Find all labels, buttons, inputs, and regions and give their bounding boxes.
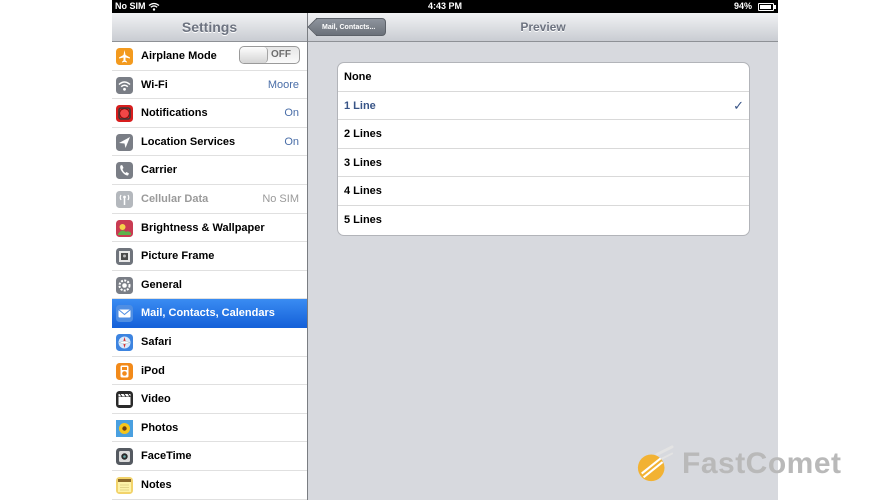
toggle-knob (240, 47, 268, 63)
sidebar-title: Settings (112, 13, 307, 42)
sidebar-item-brightness-wallpaper[interactable]: Brightness & Wallpaper (112, 214, 307, 243)
airplane-mode-toggle[interactable]: OFF (239, 46, 300, 64)
battery-fill (760, 5, 772, 9)
detail-pane: Preview Mail, Contacts... None 1 Line ✓ 2 L… (308, 13, 778, 500)
toggle-label: OFF (271, 49, 291, 60)
sidebar-item-location-services[interactable]: Location Services On (112, 128, 307, 157)
gear-icon (116, 276, 133, 294)
preview-option-1-line[interactable]: 1 Line ✓ (338, 92, 749, 121)
sidebar-item-safari[interactable]: Safari (112, 328, 307, 357)
wifi-icon (116, 76, 133, 94)
mail-icon (116, 305, 133, 323)
sidebar-list: Airplane Mode OFF Wi-Fi Moore Notifications O… (112, 42, 307, 500)
fastcomet-logo-icon (637, 445, 674, 482)
option-label: 4 Lines (344, 185, 382, 198)
sidebar-item-label: Photos (141, 421, 179, 434)
sidebar-item-video[interactable]: Video (112, 385, 307, 414)
preview-option-none[interactable]: None (338, 63, 749, 92)
sidebar-item-label: Video (141, 393, 171, 406)
sidebar-item-value: On (284, 107, 299, 120)
preview-option-2-lines[interactable]: 2 Lines (338, 120, 749, 149)
sidebar-item-label: Picture Frame (141, 250, 215, 263)
back-button[interactable]: Mail, Contacts... (316, 18, 386, 36)
sidebar-item-label: Notes (141, 478, 172, 491)
sidebar-item-picture-frame[interactable]: Picture Frame (112, 242, 307, 271)
preview-options-group: None 1 Line ✓ 2 Lines 3 Lines 4 Lines 5 Lines (337, 62, 750, 236)
notes-icon (116, 476, 133, 494)
sidebar-item-value: No SIM (262, 192, 299, 205)
sidebar-item-label: Brightness & Wallpaper (141, 221, 265, 234)
sidebar-item-carrier[interactable]: Carrier (112, 156, 307, 185)
preview-option-3-lines[interactable]: 3 Lines (338, 149, 749, 178)
sidebar-item-label: iPod (141, 364, 165, 377)
option-label: 5 Lines (344, 213, 382, 226)
sidebar-item-facetime[interactable]: FaceTime (112, 442, 307, 471)
status-bar: No SIM 4:43 PM 94% (112, 0, 778, 13)
back-button-label: Mail, Contacts... (322, 24, 376, 31)
sidebar-item-ipod[interactable]: iPod (112, 357, 307, 386)
airplane-icon (116, 48, 133, 65)
sidebar-item-label: Location Services (141, 135, 236, 148)
option-label: 3 Lines (344, 156, 382, 169)
location-icon (116, 133, 133, 151)
video-icon (116, 391, 133, 409)
option-label: 2 Lines (344, 128, 382, 141)
sidebar-item-mail-contacts-calendars[interactable]: Mail, Contacts, Calendars (112, 299, 307, 328)
ipod-icon (116, 362, 133, 380)
preview-option-4-lines[interactable]: 4 Lines (338, 177, 749, 206)
battery-percent: 94% (733, 1, 752, 11)
battery-icon (758, 3, 776, 11)
status-time: 4:43 PM (427, 1, 462, 11)
sidebar-item-notes[interactable]: Notes (112, 471, 307, 500)
fastcomet-watermark: FastComet (636, 444, 842, 484)
photos-icon (116, 419, 133, 437)
facetime-icon (116, 448, 133, 466)
detail-nav-bar: Preview Mail, Contacts... (308, 13, 778, 42)
preview-option-5-lines[interactable]: 5 Lines (338, 206, 749, 235)
picture-frame-icon (116, 248, 133, 266)
sidebar-item-airplane-mode[interactable]: Airplane Mode OFF (112, 42, 307, 71)
sidebar-item-label: Airplane Mode (141, 50, 217, 62)
sidebar-item-label: Wi-Fi (141, 78, 168, 91)
sidebar-item-photos[interactable]: Photos (112, 414, 307, 443)
checkmark-icon: ✓ (733, 97, 744, 113)
sidebar-item-cellular-data[interactable]: Cellular Data No SIM (112, 185, 307, 214)
sidebar-item-value: Moore (267, 78, 299, 91)
sidebar-item-value: On (284, 135, 299, 148)
notifications-icon (116, 105, 133, 123)
sidebar-item-label: General (141, 278, 182, 291)
watermark-text: FastComet (682, 447, 842, 480)
cellular-icon (116, 190, 133, 208)
phone-icon (116, 162, 133, 180)
brightness-icon (116, 219, 133, 237)
sidebar-item-label: Carrier (141, 164, 178, 177)
ipad-screen: No SIM 4:43 PM 94% Settings Airplane Mod… (112, 0, 778, 500)
sidebar-item-label: Safari (141, 335, 172, 348)
option-label: None (344, 71, 372, 83)
option-label: 1 Line (344, 99, 376, 112)
sidebar-item-label: Notifications (141, 107, 208, 120)
safari-icon (116, 333, 133, 351)
sidebar-item-wi-fi[interactable]: Wi-Fi Moore (112, 71, 307, 100)
sidebar-item-label: FaceTime (141, 450, 192, 463)
sidebar-item-general[interactable]: General (112, 271, 307, 300)
sidebar-item-label: Cellular Data (141, 192, 209, 205)
sidebar-item-label: Mail, Contacts, Calendars (141, 307, 275, 320)
settings-sidebar: Settings Airplane Mode OFF Wi-Fi Moore Notif… (112, 13, 308, 500)
sidebar-item-notifications[interactable]: Notifications On (112, 99, 307, 128)
